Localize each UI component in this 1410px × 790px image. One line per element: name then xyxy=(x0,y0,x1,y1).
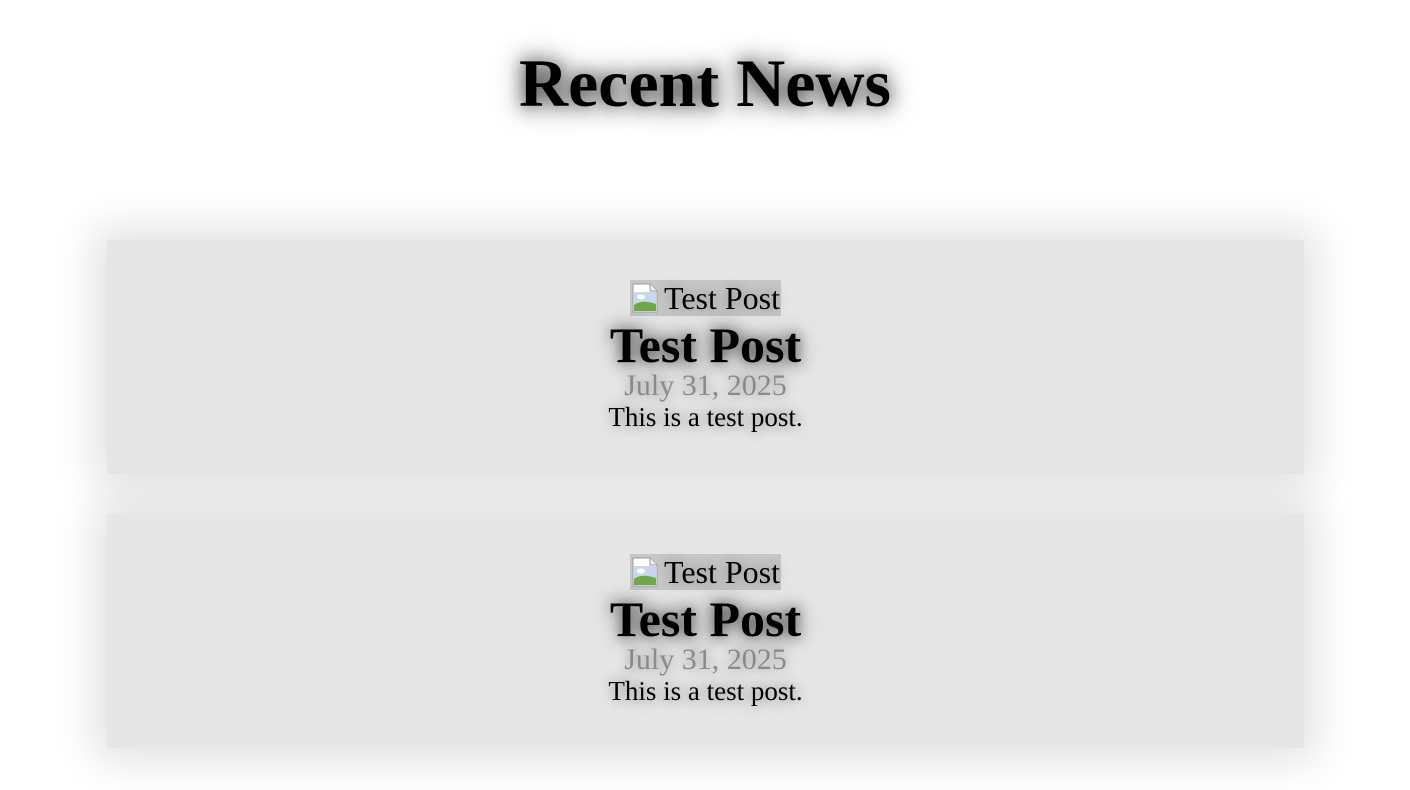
post-image[interactable]: Test Post xyxy=(630,554,781,590)
post-excerpt: This is a test post. xyxy=(608,676,803,706)
post-date: July 31, 2025 xyxy=(624,369,787,402)
post-card[interactable]: Test Post Test Post July 31, 2025 This i… xyxy=(107,514,1304,748)
posts-list: Test Post Test Post July 31, 2025 This i… xyxy=(107,240,1304,788)
page-title: Recent News xyxy=(519,45,891,121)
post-date: July 31, 2025 xyxy=(624,643,787,676)
post-image-alt-text: Test Post xyxy=(664,554,780,590)
post-image-alt-text: Test Post xyxy=(664,280,780,316)
broken-image-icon xyxy=(632,557,658,587)
post-image[interactable]: Test Post xyxy=(630,280,781,316)
broken-image-icon xyxy=(632,283,658,313)
post-card[interactable]: Test Post Test Post July 31, 2025 This i… xyxy=(107,240,1304,474)
post-excerpt: This is a test post. xyxy=(608,402,803,432)
post-title[interactable]: Test Post xyxy=(107,319,1304,371)
post-title[interactable]: Test Post xyxy=(107,593,1304,645)
